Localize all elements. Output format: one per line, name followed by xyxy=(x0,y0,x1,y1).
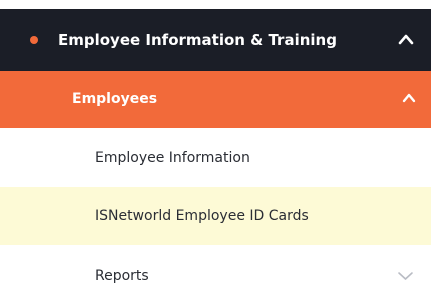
chevron-up-icon[interactable] xyxy=(401,90,417,106)
chevron-up-icon[interactable] xyxy=(397,31,415,49)
nav-item-reports[interactable]: Reports xyxy=(0,247,431,305)
nav-group-employees[interactable]: Employees xyxy=(0,71,431,128)
nav-group-label: Employees xyxy=(72,91,158,107)
nav-section-label: Employee Information & Training xyxy=(58,31,337,49)
nav-item-employee-information[interactable]: Employee Information xyxy=(0,129,431,187)
chevron-down-icon[interactable] xyxy=(397,268,414,285)
nav-section-employee-information-training[interactable]: Employee Information & Training xyxy=(0,9,431,71)
nav-item-label: Employee Information xyxy=(95,150,250,166)
nav-item-isnetworld-employee-id-cards[interactable]: ISNetworld Employee ID Cards xyxy=(0,187,431,245)
active-bullet-icon xyxy=(30,36,38,44)
nav-item-label: ISNetworld Employee ID Cards xyxy=(95,208,309,224)
nav-item-label: Reports xyxy=(95,268,149,284)
